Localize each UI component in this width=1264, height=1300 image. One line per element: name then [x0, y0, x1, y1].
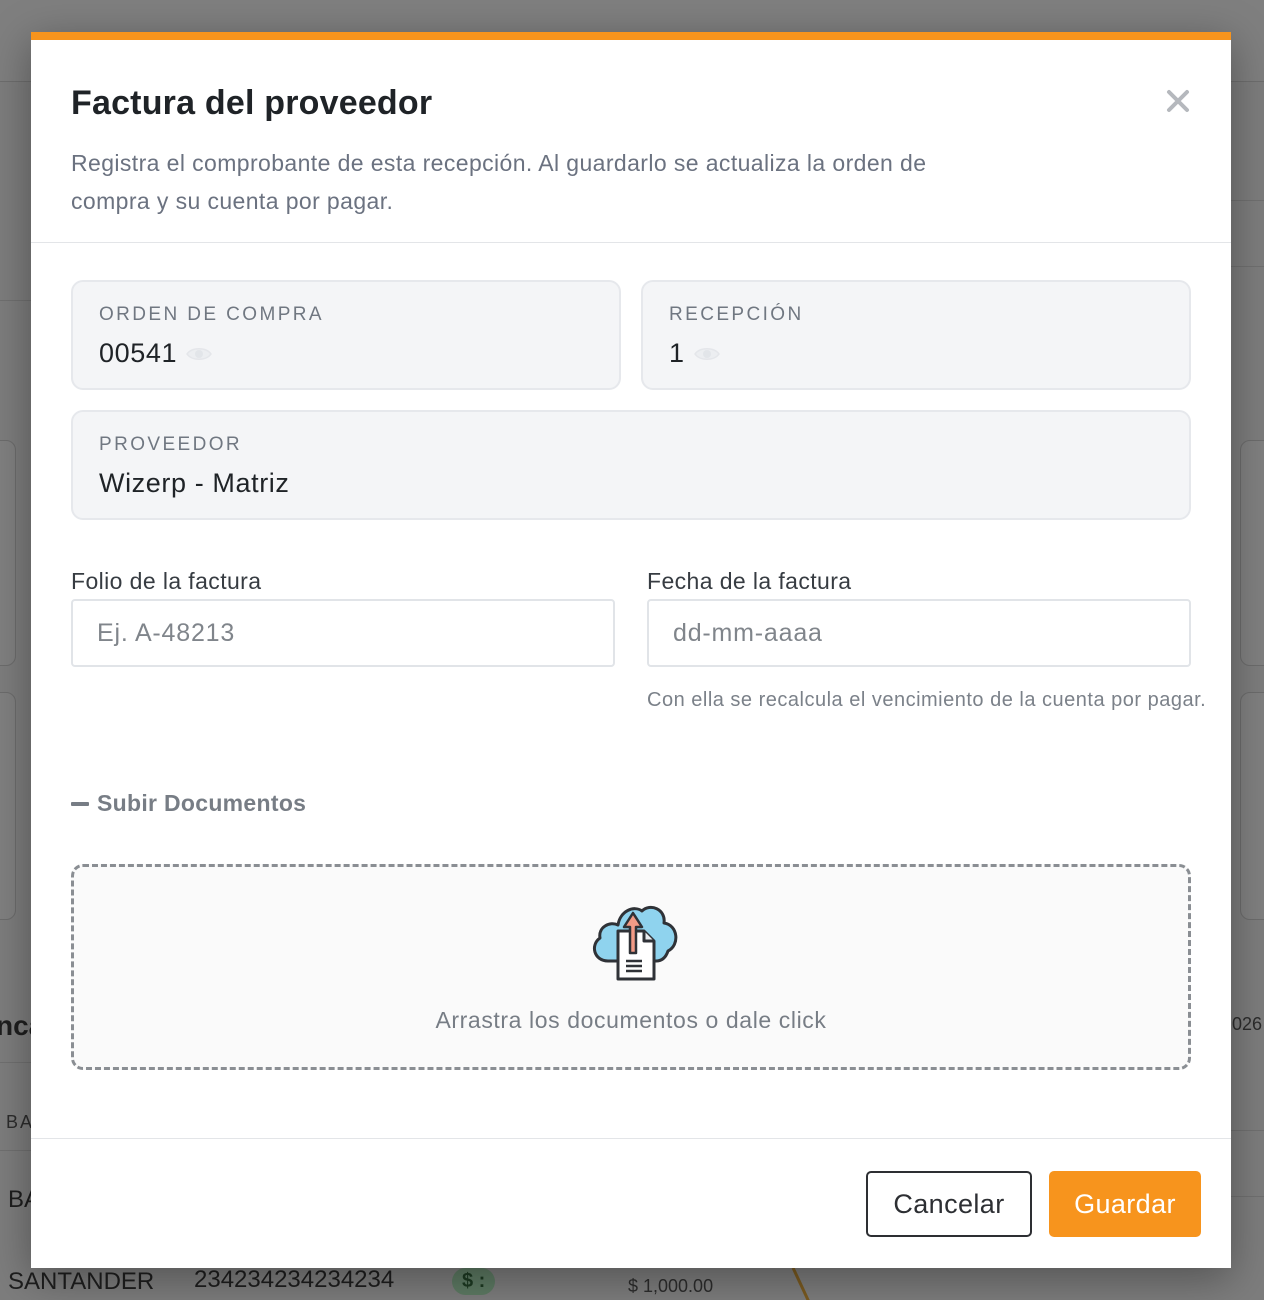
reception-value: 1: [669, 338, 685, 368]
invoice-folio-label: Folio de la factura: [71, 568, 262, 594]
dropzone-text: Arrastra los documentos o dale click: [435, 1007, 827, 1033]
modal-description: Registra el comprobante de esta recepció…: [71, 150, 927, 214]
reception-label: RECEPCIÓN: [669, 304, 804, 325]
document-dropzone[interactable]: Arrastra los documentos o dale click: [71, 864, 1191, 1070]
background-amount: $ 1,000.00: [628, 1276, 714, 1296]
invoice-date-label: Fecha de la factura: [647, 568, 852, 594]
background-card: [1240, 692, 1264, 920]
upload-documents-label: Subir Documentos: [97, 790, 307, 816]
invoice-date-hint: Con ella se recalcula el vencimiento de …: [647, 689, 1207, 711]
eye-icon[interactable]: [693, 345, 721, 363]
modal-header: Factura del proveedor Registra el compro…: [31, 40, 1231, 243]
background-card: [0, 440, 16, 666]
background-card: [1240, 440, 1264, 666]
purchase-order-value-row: 00541: [99, 338, 213, 369]
supplier-value: Wizerp - Matriz: [99, 468, 290, 498]
close-icon: [1167, 90, 1189, 112]
modal-footer: Cancelar Guardar: [31, 1138, 1231, 1276]
purchase-order-card: ORDEN DE COMPRA 00541: [71, 280, 621, 390]
background-divider: [1231, 266, 1264, 267]
invoice-date-input[interactable]: [647, 599, 1191, 667]
cloud-upload-icon: [592, 906, 678, 981]
background-divider: [0, 300, 31, 301]
background-divider: [0, 1062, 31, 1063]
purchase-order-value: 00541: [99, 338, 178, 368]
minus-icon: [71, 801, 89, 806]
cancel-button[interactable]: Cancelar: [866, 1171, 1032, 1237]
modal-title: Factura del proveedor: [71, 84, 433, 122]
reception-value-row: 1: [669, 338, 721, 369]
eye-icon[interactable]: [185, 345, 213, 363]
background-date-fragment: 026: [1232, 1014, 1263, 1034]
purchase-order-label: ORDEN DE COMPRA: [99, 304, 324, 325]
close-button[interactable]: [1163, 86, 1193, 116]
background-divider: [1231, 1130, 1264, 1131]
invoice-folio-input[interactable]: [71, 599, 615, 667]
background-divider: [1231, 1196, 1264, 1197]
background-column-fragment: BA: [6, 1112, 35, 1132]
upload-documents-toggle[interactable]: Subir Documentos: [71, 790, 306, 817]
background-card: [0, 692, 16, 920]
supplier-label: PROVEEDOR: [99, 434, 243, 455]
save-button[interactable]: Guardar: [1049, 1171, 1201, 1237]
reception-card: RECEPCIÓN 1: [641, 280, 1191, 390]
background-divider: [0, 1150, 31, 1151]
supplier-card: PROVEEDOR Wizerp - Matriz: [71, 410, 1191, 520]
background-divider: [1231, 200, 1264, 201]
supplier-invoice-modal: Factura del proveedor Registra el compro…: [31, 32, 1231, 1268]
